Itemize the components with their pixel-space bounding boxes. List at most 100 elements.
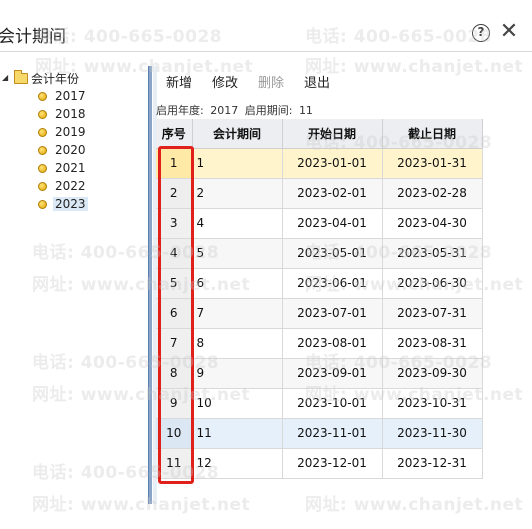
tree-item-2018[interactable]: 2018 [38,106,88,122]
edit-button[interactable]: 修改 [202,72,248,96]
tree-item-2019[interactable]: 2019 [38,124,88,140]
cell-start-date: 2023-01-01 [282,148,383,179]
folder-icon [14,69,28,84]
tree-item-2020[interactable]: 2020 [38,142,88,158]
cell-end-date: 2023-07-31 [382,298,483,329]
cell-seq: 2 [156,178,193,209]
header-start-date[interactable]: 开始日期 [282,119,383,149]
cell-period: 2 [192,178,283,209]
enable-period-label: 启用期间: [244,104,293,117]
cell-period: 6 [192,268,283,299]
help-icon[interactable]: ? [472,24,490,42]
cell-end-date: 2023-02-28 [382,178,483,209]
cell-seq: 5 [156,268,193,299]
enable-year-value: 2017 [210,104,239,117]
cell-start-date: 2023-07-01 [282,298,383,329]
cell-start-date: 2023-08-01 [282,328,383,359]
exit-button[interactable]: 退出 [294,72,340,96]
year-tree: ◢ 会计年份 2017 2018 2019 2020 2021 2022 202… [0,66,148,506]
title-bar: 会计期间 ? ✕ [0,0,532,52]
table-row[interactable]: 9 10 2023-10-01 2023-10-31 [156,388,483,419]
cell-seq: 10 [156,418,193,449]
cell-seq: 9 [156,388,193,419]
tree-item-label: 2018 [55,107,86,121]
tree-item-label: 2019 [55,125,86,139]
tree-root-label: 会计年份 [31,71,80,86]
cell-start-date: 2023-04-01 [282,208,383,239]
main-panel: 新增 修改 删除 退出 启用年度: 2017 启用期间: 11 序号 会计期间 … [156,66,532,506]
splitter[interactable] [148,66,157,504]
enable-year-label: 启用年度: [156,104,204,117]
header-period[interactable]: 会计期间 [192,119,283,149]
table-row[interactable]: 10 11 2023-11-01 2023-11-30 [156,418,483,449]
cell-seq: 1 [156,148,193,179]
cell-end-date: 2023-11-30 [382,418,483,449]
year-node-icon [38,199,47,209]
cell-end-date: 2023-05-31 [382,238,483,269]
table-row[interactable]: 3 4 2023-04-01 2023-04-30 [156,208,483,239]
table-header-row: 序号 会计期间 开始日期 截止日期 [156,119,483,149]
cell-period: 12 [192,448,283,479]
header-end-date[interactable]: 截止日期 [382,119,483,149]
add-button[interactable]: 新增 [156,72,202,96]
cell-period: 8 [192,328,283,359]
delete-button[interactable]: 删除 [248,72,294,96]
year-node-icon [38,145,47,155]
year-node-icon [38,181,47,191]
tree-root[interactable]: ◢ 会计年份 [2,69,80,86]
accounting-period-dialog: 会计期间 ? ✕ ◢ 会计年份 2017 2018 2019 2020 2021 [0,0,532,529]
tree-item-label: 2021 [55,161,86,175]
cell-end-date: 2023-01-31 [382,148,483,179]
cell-seq: 3 [156,208,193,239]
cell-end-date: 2023-08-31 [382,328,483,359]
table-row[interactable]: 2 2 2023-02-01 2023-02-28 [156,178,483,209]
cell-period: 9 [192,358,283,389]
table-row[interactable]: 4 5 2023-05-01 2023-05-31 [156,238,483,269]
cell-end-date: 2023-04-30 [382,208,483,239]
tree-item-2023[interactable]: 2023 [38,196,88,212]
cell-start-date: 2023-10-01 [282,388,383,419]
toolbar: 新增 修改 删除 退出 [156,72,340,96]
table-row[interactable]: 5 6 2023-06-01 2023-06-30 [156,268,483,299]
table-row[interactable]: 1 1 2023-01-01 2023-01-31 [156,148,483,179]
year-node-icon [38,109,47,119]
period-table: 序号 会计期间 开始日期 截止日期 1 1 2023-01-01 2023-01… [156,119,483,479]
cell-end-date: 2023-10-31 [382,388,483,419]
cell-period: 11 [192,418,283,449]
cell-seq: 11 [156,448,193,479]
cell-period: 10 [192,388,283,419]
table-row[interactable]: 11 12 2023-12-01 2023-12-31 [156,448,483,479]
year-node-icon [38,127,47,137]
collapse-toggle-icon[interactable]: ◢ [2,74,10,82]
cell-start-date: 2023-12-01 [282,448,383,479]
tree-item-2021[interactable]: 2021 [38,160,88,176]
tree-item-2022[interactable]: 2022 [38,178,88,194]
cell-seq: 4 [156,238,193,269]
tree-item-label: 2023 [53,197,88,211]
enable-info: 启用年度: 2017 启用期间: 11 [156,102,316,118]
year-node-icon [38,163,47,173]
table-row[interactable]: 6 7 2023-07-01 2023-07-31 [156,298,483,329]
cell-start-date: 2023-02-01 [282,178,383,209]
table-row[interactable]: 7 8 2023-08-01 2023-08-31 [156,328,483,359]
cell-start-date: 2023-09-01 [282,358,383,389]
cell-seq: 6 [156,298,193,329]
cell-period: 5 [192,238,283,269]
tree-item-label: 2020 [55,143,86,157]
cell-end-date: 2023-09-30 [382,358,483,389]
enable-period-value: 11 [298,104,313,117]
cell-seq: 8 [156,358,193,389]
header-seq[interactable]: 序号 [156,119,193,149]
tree-item-2017[interactable]: 2017 [38,88,88,104]
cell-start-date: 2023-06-01 [282,268,383,299]
cell-seq: 7 [156,328,193,359]
cell-period: 7 [192,298,283,329]
tree-item-label: 2017 [55,89,86,103]
year-node-icon [38,91,47,101]
cell-period: 1 [192,148,283,179]
cell-start-date: 2023-05-01 [282,238,383,269]
tree-item-label: 2022 [55,179,86,193]
cell-start-date: 2023-11-01 [282,418,383,449]
table-row[interactable]: 8 9 2023-09-01 2023-09-30 [156,358,483,389]
close-icon[interactable]: ✕ [498,20,520,44]
